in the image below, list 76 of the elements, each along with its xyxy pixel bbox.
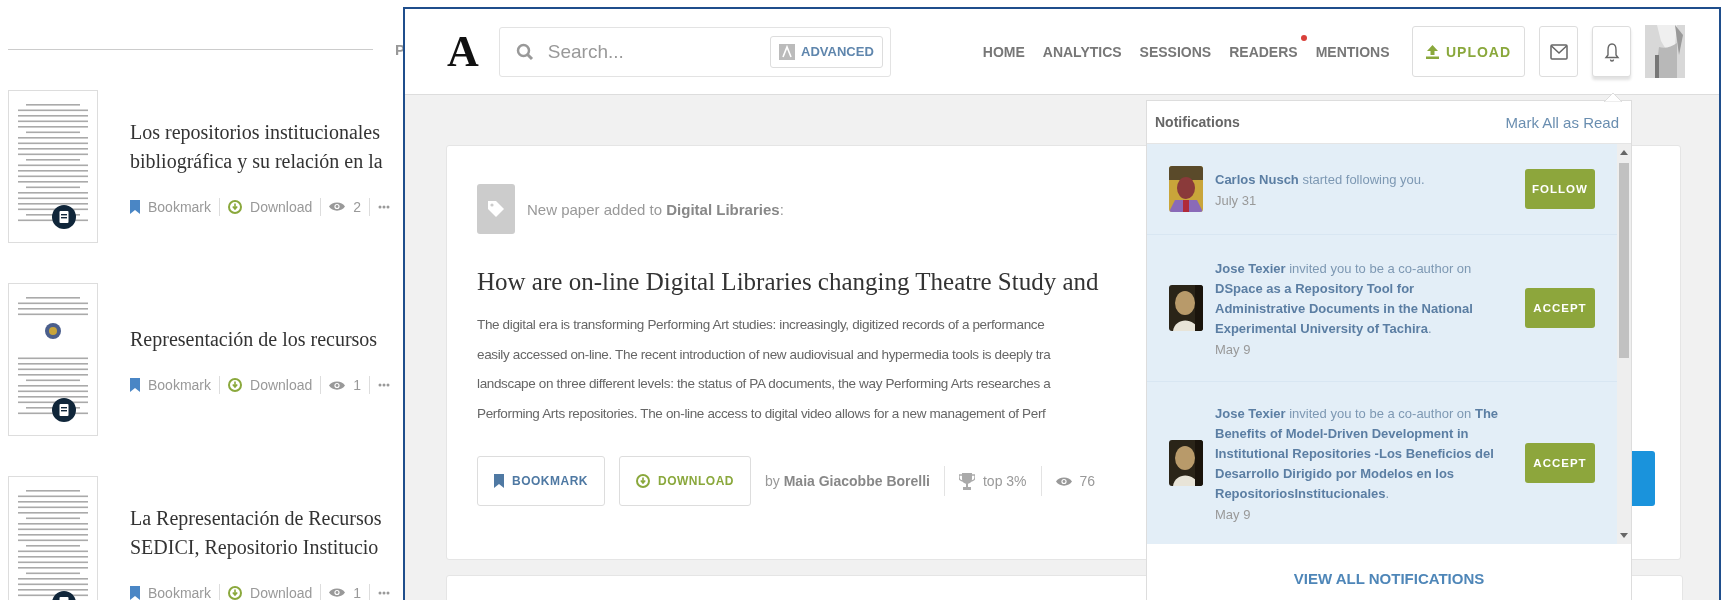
bookmark-link[interactable]: Bookmark — [148, 197, 212, 216]
download-link[interactable]: Download — [250, 376, 313, 394]
abstract-line: easily accessed on-line. The recent introduction of new audiovisual and hypermedia tools is deeply tra — [477, 345, 1051, 364]
paper-title[interactable]: Los repositorios institucionales — [130, 117, 391, 147]
download-link[interactable]: Download — [250, 197, 313, 216]
view-count: 1 — [353, 583, 362, 600]
upload-icon — [1425, 44, 1439, 59]
bookmark-link[interactable]: Bookmark — [148, 583, 212, 600]
mail-icon — [1549, 43, 1568, 60]
paper-title[interactable]: La Representación de Recursos — [130, 503, 391, 533]
paper-title[interactable]: Representación de los recursos — [130, 325, 391, 354]
advanced-search-button[interactable]: ADVANCED — [770, 35, 883, 68]
nav-link[interactable]: READERS — [1229, 43, 1298, 60]
bookmark-icon — [130, 199, 140, 214]
scroll-up-icon[interactable] — [1620, 150, 1628, 155]
view-all-link[interactable]: VIEW ALL NOTIFICATIONS — [1293, 570, 1485, 587]
paper-title[interactable]: How are on-line Digital Libraries changing Theatre Study and — [477, 268, 1099, 296]
notifications-button[interactable] — [1592, 26, 1631, 77]
mark-all-read-link[interactable]: Mark All as Read — [1505, 113, 1619, 131]
document-icon — [52, 398, 76, 422]
logo[interactable]: A — [447, 26, 479, 77]
notification-date: May 9 — [1215, 342, 1252, 357]
nav-link[interactable]: ANALYTICS — [1042, 43, 1122, 60]
rank-text: top 3% — [982, 473, 1027, 489]
abstract-line: landscape on three different levels: the status of PA documents, the way Performing Arts researches a — [477, 375, 1051, 393]
bookmark-icon — [130, 585, 140, 600]
view-count: 2 — [353, 197, 362, 216]
bookmark-button[interactable]: BOOKMARK — [477, 456, 605, 506]
search-icon — [515, 42, 534, 61]
paper-title[interactable]: bibliográfica y su relación en la — [130, 146, 391, 176]
upload-button[interactable]: UPLOAD — [1412, 26, 1525, 77]
notification-action-button[interactable]: ACCEPT — [1525, 443, 1595, 483]
nav-link[interactable]: SESSIONS — [1139, 43, 1212, 60]
more-icon[interactable] — [378, 204, 391, 209]
notification-text: Jose Texier invited you to be a co-author on The Benefits of Model-Driven Development in Institutional Repositories -Los Beneficios del Desarrollo Dirigido por Modelos en los RepositoriosInstitucionales. — [1215, 405, 1500, 503]
download-link[interactable]: Download — [250, 583, 313, 600]
notification-date: May 9 — [1215, 507, 1252, 522]
trophy-icon — [958, 472, 975, 490]
nav-link[interactable]: MENTIONS — [1315, 43, 1390, 60]
bell-icon — [1603, 41, 1620, 62]
view-count: 76 — [1079, 473, 1096, 489]
document-thumbnail[interactable] — [8, 476, 98, 600]
messages-button[interactable] — [1539, 26, 1578, 77]
bookmark-link[interactable]: Bookmark — [148, 376, 212, 394]
view-count: 1 — [353, 376, 362, 394]
notification-action-button[interactable]: FOLLOW — [1525, 169, 1595, 209]
download-icon — [228, 378, 243, 392]
author-byline: by Maia Giacobbe Borelli — [765, 473, 930, 489]
abstract-line: The digital era is transforming Performing Art studies: increasingly, digitized records of a performance — [477, 316, 1045, 334]
eye-icon — [329, 201, 346, 212]
bookmark-icon — [494, 474, 504, 488]
more-icon[interactable] — [378, 590, 391, 595]
download-button[interactable]: DOWNLOAD — [619, 456, 751, 506]
document-icon — [52, 205, 76, 229]
download-icon — [228, 199, 243, 214]
search-field[interactable]: Search... ADVANCED — [498, 26, 891, 77]
download-icon — [228, 585, 243, 600]
scroll-down-icon[interactable] — [1620, 533, 1628, 538]
download-icon — [636, 474, 650, 488]
dropdown-title: Notifications — [1155, 114, 1240, 130]
document-thumbnail[interactable] — [8, 283, 98, 436]
bookmark-icon — [130, 378, 140, 392]
activity-text: New paper added to Digital Libraries: — [527, 200, 784, 218]
notification-text: Jose Texier invited you to be a co-author on DSpace as a Repository Tool for Administrative Documents in the National Experimental University of Tachira. — [1215, 260, 1474, 338]
notification-action-button[interactable]: ACCEPT — [1525, 288, 1595, 328]
scrollbar[interactable] — [1617, 144, 1631, 544]
nav-link[interactable]: HOME — [982, 43, 1025, 60]
paper-title[interactable]: SEDICI, Repositorio Institucio — [130, 532, 391, 562]
notification-text: Carlos Nusch started following you. — [1215, 171, 1426, 189]
abstract-line: Performing Arts repositories. The on-line access to digital video allows for a new management of Perf — [477, 404, 1046, 423]
tag-icon — [487, 200, 505, 218]
notification-date: July 31 — [1215, 193, 1258, 208]
eye-icon — [329, 379, 346, 391]
eye-icon — [1055, 475, 1072, 487]
document-thumbnail[interactable] — [8, 90, 98, 243]
more-icon[interactable] — [378, 383, 391, 387]
